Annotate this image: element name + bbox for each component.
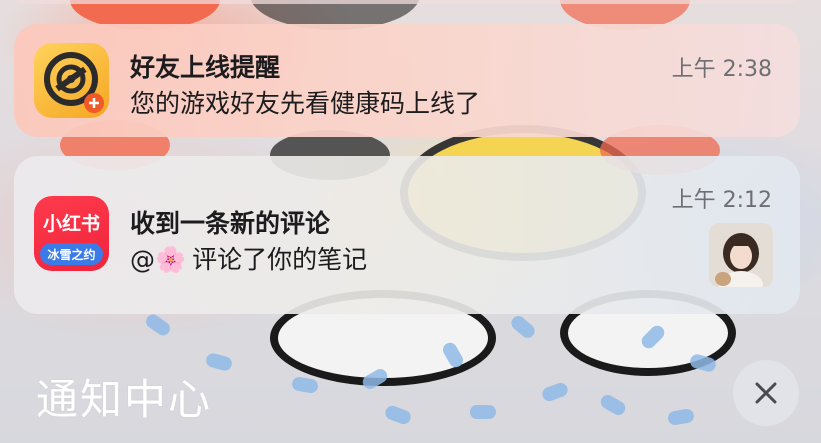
wallpaper-drop: [666, 407, 696, 427]
wallpaper-drop: [143, 311, 173, 339]
cherry-blossom-emoji-icon: 🌸: [155, 245, 187, 274]
notification-body: 评论了你的笔记: [192, 245, 368, 274]
close-icon: [755, 382, 777, 404]
app-icon-sublabel: 冰雪之约: [47, 247, 96, 262]
notification-body: 您的游戏好友先看健康码上线了: [130, 89, 481, 118]
game-logo-icon: [44, 52, 104, 113]
notification-friend-online[interactable]: 好友上线提醒 您的游戏好友先看健康码上线了 上午 2:38: [14, 24, 800, 137]
clear-notifications-button[interactable]: [733, 360, 799, 426]
wallpaper-drop: [290, 375, 320, 395]
notification-new-comment[interactable]: 小红书 冰雪之约 收到一条新的评论 @🌸 评论了你的笔记 上午 2:12: [14, 156, 800, 314]
wallpaper-drop: [540, 380, 570, 404]
wallpaper-drop: [508, 313, 538, 341]
notification-center-title: 通知中心: [36, 375, 213, 424]
notification-body-line: @🌸 评论了你的笔记: [130, 240, 367, 276]
wallpaper-drop: [470, 405, 496, 419]
mention-prefix: @: [130, 245, 155, 274]
wallpaper-drop: [598, 392, 628, 418]
app-icon-sublabel-badge: 冰雪之约: [40, 243, 103, 265]
notification-title: 收到一条新的评论: [130, 209, 331, 238]
notification-time: 上午 2:12: [671, 188, 772, 213]
wallpaper-drop: [383, 403, 413, 427]
avatar-photo-icon: [709, 223, 773, 287]
notification-title: 好友上线提醒: [130, 53, 281, 82]
app-icon-label: 小红书: [42, 213, 100, 235]
stacked-notification-edge[interactable]: [14, 0, 800, 4]
user-avatar-photo[interactable]: [709, 223, 773, 287]
game-app-icon: [34, 43, 109, 118]
xiaohongshu-app-icon: 小红书 冰雪之约: [34, 196, 109, 271]
notification-time: 上午 2:38: [671, 57, 772, 82]
